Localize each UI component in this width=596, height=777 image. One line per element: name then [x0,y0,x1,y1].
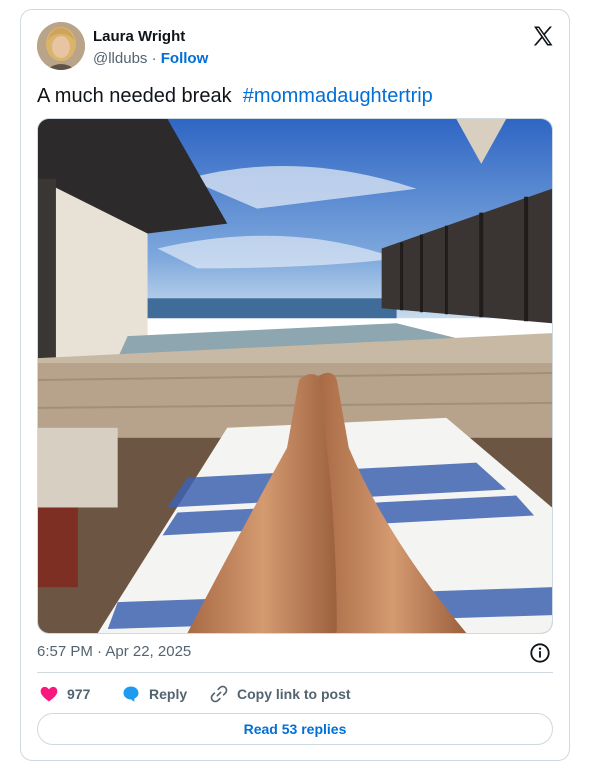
reply-button[interactable]: Reply [121,682,187,706]
like-count: 977 [67,686,91,702]
action-bar: 977 Reply Copy link to post [37,682,557,706]
hashtag-link[interactable]: #mommadaughtertrip [243,85,433,107]
copy-link-label: Copy link to post [237,686,351,702]
like-button[interactable]: 977 [39,682,90,706]
handle-separator: · [151,50,157,67]
author-name[interactable]: Laura Wright [93,28,185,45]
tweet-timestamp[interactable]: 6:57 PM · Apr 22, 2025 [37,643,191,660]
author-handle[interactable]: @lldubs [93,50,147,67]
follow-button[interactable]: Follow [161,50,209,67]
reply-bubble-icon [123,686,139,702]
tweet-card: Laura Wright @lldubs · Follow A much nee… [20,9,570,761]
copy-link-button[interactable]: Copy link to post [209,682,351,706]
reply-label: Reply [149,686,188,702]
avatar[interactable] [37,22,85,70]
divider [37,672,553,673]
x-logo-icon[interactable] [531,24,555,48]
heart-icon [40,686,58,702]
author-handle-row: @lldubs · Follow [93,50,208,67]
tweet-header: Laura Wright @lldubs · Follow [37,22,555,70]
tweet-text: A much needed break #mommadaughtertrip [37,83,433,109]
info-icon[interactable] [529,642,551,664]
read-replies-button[interactable]: Read 53 replies [37,713,553,745]
link-icon [210,685,228,703]
tweet-body: A much needed break [37,85,232,107]
tweet-photo[interactable] [37,118,553,634]
